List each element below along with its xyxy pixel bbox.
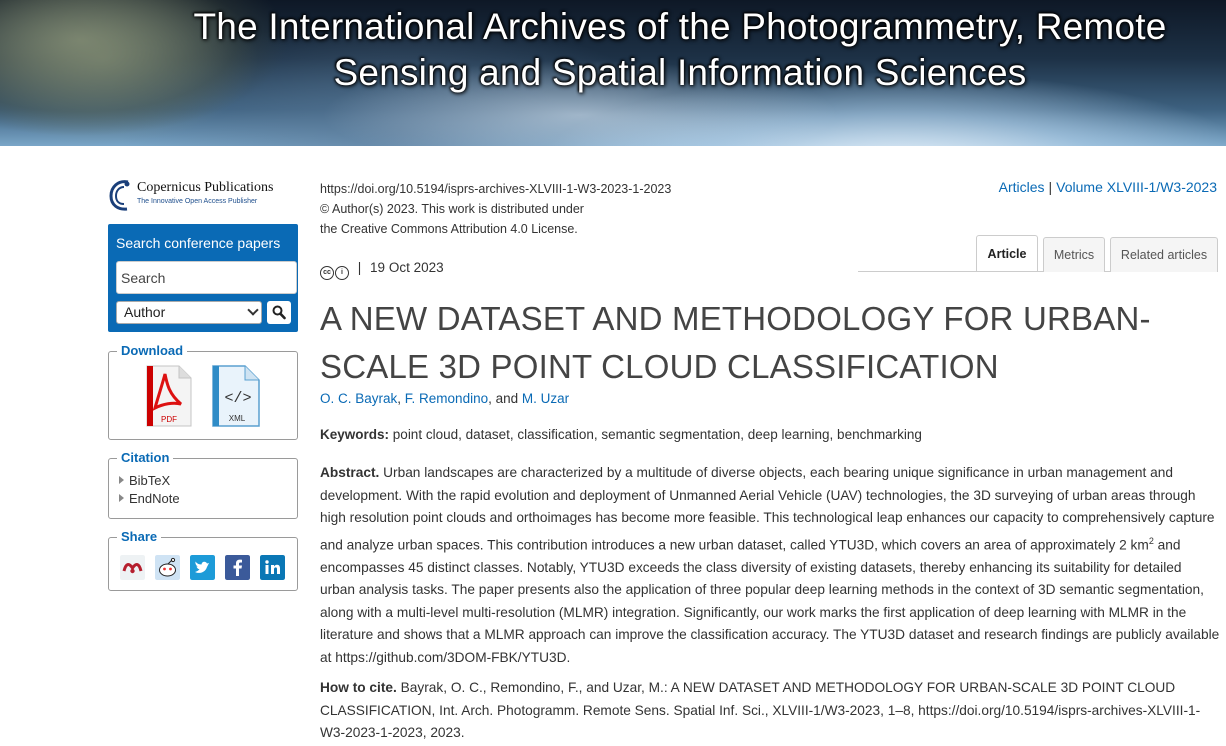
linkedin-icon[interactable] [260, 555, 285, 580]
abstract-label: Abstract. [320, 465, 380, 480]
author-link[interactable]: O. C. Bayrak [320, 391, 397, 406]
breadcrumb-volume[interactable]: Volume XLVIII-1/W3-2023 [1056, 179, 1217, 195]
header-banner: The International Archives of the Photog… [0, 0, 1226, 146]
search-input[interactable] [116, 261, 297, 294]
journal-title[interactable]: The International Archives of the Photog… [140, 4, 1220, 96]
breadcrumb-articles[interactable]: Articles [999, 179, 1045, 195]
cite-label: How to cite. [320, 680, 397, 695]
search-field-select[interactable]: Author [116, 301, 262, 324]
how-to-cite: How to cite. Bayrak, O. C., Remondino, F… [320, 677, 1220, 745]
svg-text:</>: </> [224, 390, 251, 407]
facebook-icon[interactable] [225, 555, 250, 580]
search-panel: Search conference papers Author [108, 224, 298, 332]
article-title-line2: SCALE 3D POINT CLOUD CLASSIFICATION [320, 348, 999, 385]
publication-date: 19 Oct 2023 [370, 260, 444, 275]
abstract-text-part2: and encompasses 45 distinct classes. Not… [320, 537, 1220, 665]
pdf-download-icon[interactable]: PDF [145, 364, 193, 428]
search-icon [272, 305, 286, 320]
author-link[interactable]: F. Remondino [405, 391, 488, 406]
download-panel: Download PDF </> XML [108, 343, 298, 440]
search-button[interactable] [267, 301, 291, 324]
keywords: Keywords: point cloud, dataset, classifi… [320, 427, 922, 442]
cite-text: Bayrak, O. C., Remondino, F., and Uzar, … [320, 680, 1201, 740]
author-separator: , [397, 391, 405, 406]
search-panel-header: Search conference papers [116, 235, 281, 251]
license-text[interactable]: the Creative Commons Attribution 4.0 Lic… [320, 219, 671, 239]
download-legend: Download [117, 343, 188, 358]
article-tabs: Article Metrics Related articles [858, 235, 1218, 272]
mendeley-icon[interactable] [120, 555, 145, 580]
article-title: A NEW DATASET AND METHODOLOGY FOR URBAN-… [320, 295, 1210, 391]
triangle-right-icon [119, 494, 124, 502]
publisher-tagline: The Innovative Open Access Publisher [137, 198, 258, 205]
journal-title-line2: Sensing and Spatial Information Sciences [333, 52, 1027, 93]
tab-metrics[interactable]: Metrics [1043, 237, 1105, 272]
cc-icon[interactable]: cc [320, 266, 334, 280]
publisher-name: Copernicus Publications [137, 180, 274, 195]
share-legend: Share [117, 529, 162, 544]
author-separator: , and [488, 391, 522, 406]
breadcrumb: Articles | Volume XLVIII-1/W3-2023 [999, 179, 1217, 195]
xml-label: XML [229, 414, 246, 423]
copernicus-logo[interactable]: Copernicus Publications The Innovative O… [108, 178, 298, 212]
keywords-text: point cloud, dataset, classification, se… [392, 427, 922, 442]
license-date-line: cc i | 19 Oct 2023 [320, 260, 444, 280]
doi-link[interactable]: https://doi.org/10.5194/isprs-archives-X… [320, 179, 671, 199]
author-list: O. C. Bayrak, F. Remondino, and M. Uzar [320, 391, 569, 406]
citation-bibtex-label: BibTeX [129, 473, 171, 488]
citation-endnote[interactable]: EndNote [119, 491, 180, 506]
abstract: Abstract. Urban landscapes are character… [320, 462, 1220, 669]
license-date-separator: | [357, 260, 362, 275]
triangle-right-icon [119, 476, 124, 484]
pdf-label: PDF [161, 415, 177, 424]
reddit-icon[interactable] [155, 555, 180, 580]
chevron-down-icon [247, 304, 259, 316]
copyright-text: © Author(s) 2023. This work is distribut… [320, 202, 584, 216]
citation-legend: Citation [117, 450, 174, 465]
article-title-line1: A NEW DATASET AND METHODOLOGY FOR URBAN- [320, 300, 1151, 337]
citation-bibtex[interactable]: BibTeX [119, 473, 170, 488]
tab-related-articles[interactable]: Related articles [1110, 237, 1218, 272]
abstract-text-part1: Urban landscapes are characterized by a … [320, 465, 1215, 553]
keywords-label: Keywords: [320, 427, 390, 442]
journal-title-line1: The International Archives of the Photog… [193, 6, 1167, 47]
cc-by-icon[interactable]: i [335, 266, 349, 280]
author-link[interactable]: M. Uzar [522, 391, 569, 406]
tab-article[interactable]: Article [976, 235, 1038, 271]
xml-download-icon[interactable]: </> XML [211, 364, 261, 428]
citation-endnote-label: EndNote [129, 491, 180, 506]
breadcrumb-separator: | [1048, 179, 1053, 195]
citation-panel: Citation BibTeX EndNote [108, 450, 298, 519]
article-meta: https://doi.org/10.5194/isprs-archives-X… [320, 179, 671, 239]
copernicus-logo-icon [109, 180, 130, 211]
search-field-value: Author [124, 304, 166, 320]
twitter-icon[interactable] [190, 555, 215, 580]
